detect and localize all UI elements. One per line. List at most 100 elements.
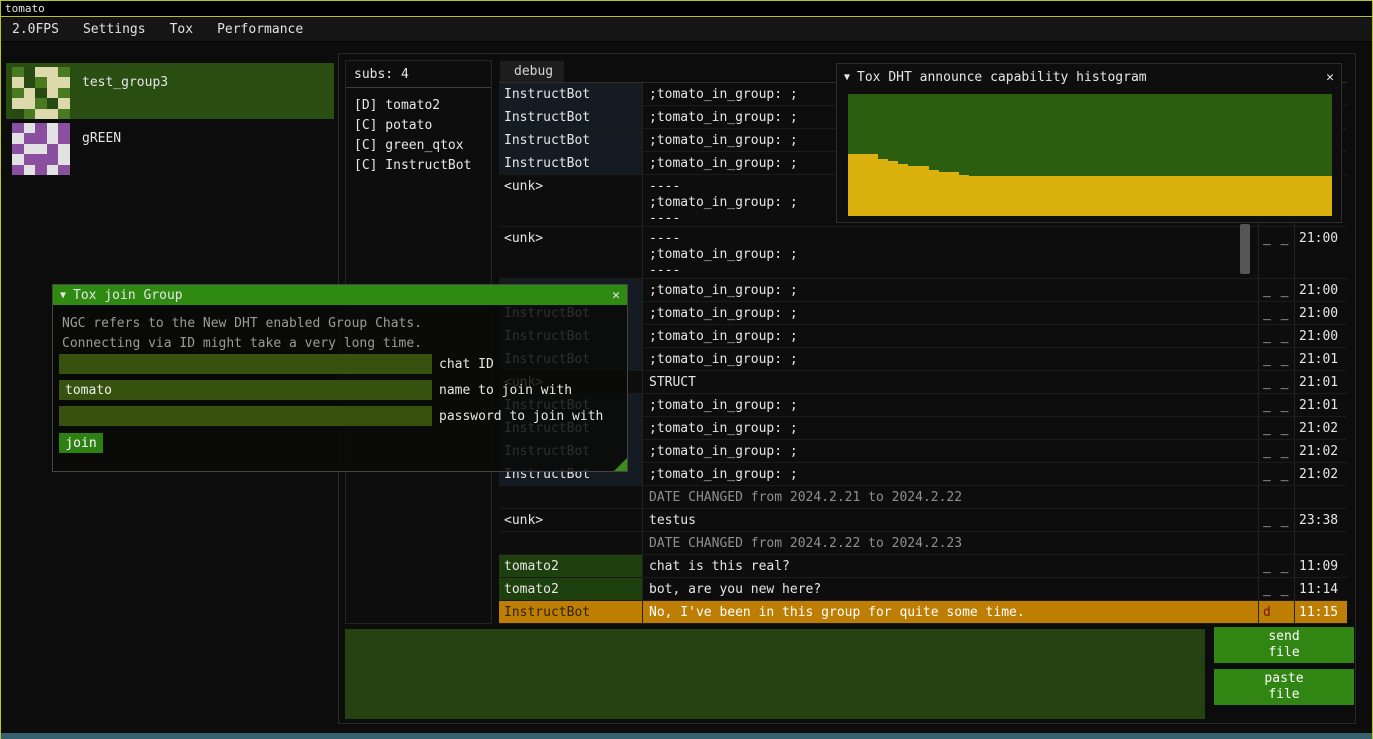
resize-grip[interactable]: [614, 458, 627, 471]
message-timestamp: 21:00: [1295, 279, 1347, 301]
histogram-bar: [1160, 176, 1170, 216]
histogram-window-titlebar[interactable]: ▼ Tox DHT announce capability histogram …: [837, 64, 1341, 90]
message-timestamp: 21:01: [1295, 348, 1347, 370]
collapse-arrow-icon[interactable]: ▼: [844, 72, 850, 83]
message-text: testus: [643, 509, 1257, 531]
message-input[interactable]: [345, 629, 1205, 719]
menu-item-settings[interactable]: Settings: [74, 19, 155, 40]
histogram-bar: [1090, 176, 1100, 216]
message-flags: _ _: [1259, 348, 1293, 370]
scrollbar-thumb[interactable]: [1240, 224, 1250, 274]
avatar-pixel: [47, 123, 59, 133]
close-icon[interactable]: ✕: [612, 288, 620, 303]
histogram-bar: [1251, 176, 1261, 216]
message-text: ;tomato_in_group: ;: [643, 348, 1257, 370]
member-item[interactable]: [C] green_qtox: [346, 136, 491, 156]
avatar-pixel: [47, 165, 59, 175]
histogram-bar: [1009, 176, 1019, 216]
avatar-pixel: [24, 144, 36, 154]
message-row[interactable]: tomato2chat is this real?_ _11:09: [499, 555, 1347, 578]
avatar-pixel: [35, 154, 47, 164]
join-field-password-to-join-with[interactable]: [59, 406, 432, 426]
histogram-bar: [1029, 176, 1039, 216]
histogram-bar: [1060, 176, 1070, 216]
avatar-pixel: [35, 88, 47, 98]
histogram-bar: [1150, 176, 1160, 216]
join-group-window: ▼ Tox join Group ✕ NGC refers to the New…: [52, 284, 628, 472]
group-item-gREEN[interactable]: gREEN: [6, 119, 334, 175]
message-text: ---- ;tomato_in_group: ; ----: [643, 227, 1257, 278]
message-timestamp: 21:00: [1295, 227, 1347, 278]
paste-file-button[interactable]: paste file: [1214, 669, 1354, 705]
histogram-bar: [898, 164, 908, 216]
message-text: STRUCT: [643, 371, 1257, 393]
histogram-bar: [878, 159, 888, 216]
group-item-test_group3[interactable]: test_group3: [6, 63, 334, 119]
message-row[interactable]: tomato2bot, are you new here?_ _11:14: [499, 578, 1347, 601]
join-field-chat-id[interactable]: [59, 354, 432, 374]
histogram-bar: [1100, 176, 1110, 216]
avatar-pixel: [47, 154, 59, 164]
avatar-pixel: [47, 144, 59, 154]
histogram-bar: [1019, 176, 1029, 216]
group-avatar-icon: [12, 67, 70, 119]
histogram-bar: [1110, 176, 1120, 216]
avatar-pixel: [58, 123, 70, 133]
message-row[interactable]: <unk>testus_ _23:38: [499, 509, 1347, 532]
avatar-pixel: [24, 77, 36, 87]
histogram-bar: [1191, 176, 1201, 216]
join-field-name-to-join-with[interactable]: [59, 380, 432, 400]
histogram-bar: [888, 161, 898, 216]
menu-bar: 2.0FPS Settings Tox Performance: [1, 18, 1372, 42]
histogram-bar: [848, 154, 858, 216]
member-item[interactable]: [D] tomato2: [346, 96, 491, 116]
message-text: ;tomato_in_group: ;: [643, 440, 1257, 462]
message-flags: _ _: [1259, 325, 1293, 347]
message-text: bot, are you new here?: [643, 578, 1257, 600]
message-text: ;tomato_in_group: ;: [643, 302, 1257, 324]
avatar-pixel: [47, 98, 59, 108]
avatar-pixel: [12, 67, 24, 77]
message-row[interactable]: <unk>---- ;tomato_in_group: ; ----_ _21:…: [499, 227, 1347, 279]
histogram-bar: [1181, 176, 1191, 216]
avatar-pixel: [58, 109, 70, 119]
message-flags: d: [1259, 601, 1293, 623]
avatar-pixel: [47, 67, 59, 77]
message-timestamp: 11:09: [1295, 555, 1347, 577]
menu-item-20fps[interactable]: 2.0FPS: [3, 19, 68, 40]
avatar-pixel: [12, 88, 24, 98]
histogram-bar: [1140, 176, 1150, 216]
avatar-pixel: [47, 88, 59, 98]
close-icon[interactable]: ✕: [1326, 70, 1334, 85]
tab-debug[interactable]: debug: [500, 61, 564, 82]
send-file-button[interactable]: send file: [1214, 627, 1354, 663]
os-titlebar[interactable]: tomato: [1, 1, 1372, 17]
message-timestamp: 21:00: [1295, 302, 1347, 324]
message-text: No, I've been in this group for quite so…: [643, 601, 1257, 623]
member-item[interactable]: [C] InstructBot: [346, 156, 491, 176]
join-field-label: name to join with: [439, 383, 572, 398]
window-title: tomato: [5, 2, 45, 15]
histogram-bar: [919, 166, 929, 216]
member-item[interactable]: [C] potato: [346, 116, 491, 136]
histogram-bar: [1281, 176, 1291, 216]
message-flags: _ _: [1259, 394, 1293, 416]
menu-item-performance[interactable]: Performance: [208, 19, 312, 40]
collapse-arrow-icon[interactable]: ▼: [60, 290, 66, 301]
avatar-pixel: [24, 133, 36, 143]
message-row[interactable]: InstructBotNo, I've been in this group f…: [499, 601, 1347, 624]
message-timestamp: 11:14: [1295, 578, 1347, 600]
join-button[interactable]: join: [59, 433, 103, 453]
message-timestamp: 11:15: [1295, 601, 1347, 623]
avatar-pixel: [12, 165, 24, 175]
menu-item-tox[interactable]: Tox: [161, 19, 202, 40]
histogram-bar: [908, 166, 918, 216]
join-window-titlebar[interactable]: ▼ Tox join Group ✕: [53, 285, 627, 305]
message-text: ;tomato_in_group: ;: [643, 279, 1257, 301]
avatar-pixel: [24, 88, 36, 98]
message-author: tomato2: [499, 578, 642, 600]
avatar-pixel: [24, 165, 36, 175]
avatar-pixel: [12, 144, 24, 154]
avatar-pixel: [47, 133, 59, 143]
histogram-bar: [1120, 176, 1130, 216]
